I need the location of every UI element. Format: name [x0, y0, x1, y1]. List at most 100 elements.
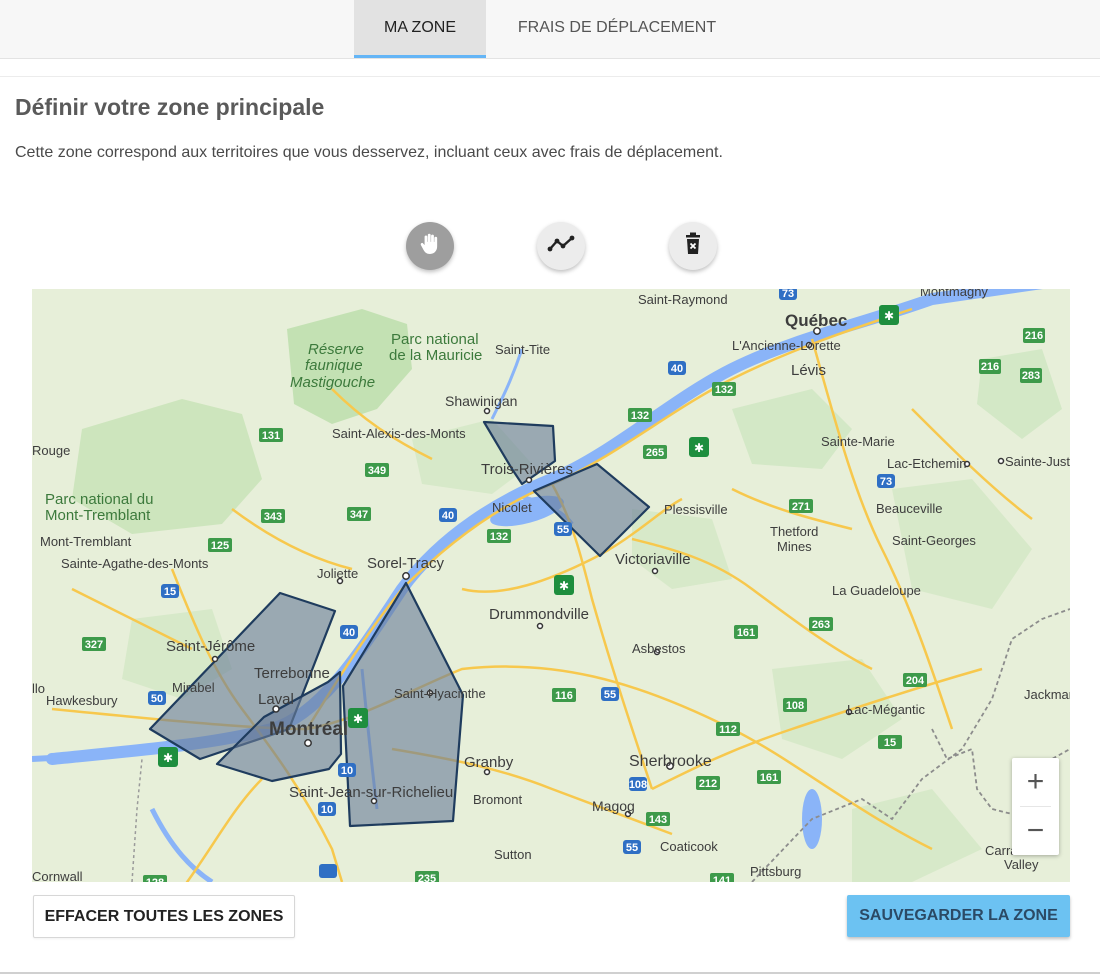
- map-label: llo: [32, 681, 45, 696]
- footer-divider: [0, 972, 1100, 974]
- map-label: Rouge: [32, 443, 70, 458]
- map-label: Lévis: [791, 362, 826, 379]
- map-label: Sainte-Marie: [821, 434, 895, 449]
- map-label: Mirabel: [172, 680, 215, 695]
- zoom-out-button[interactable]: −: [1012, 807, 1059, 855]
- map-label: Bromont: [473, 792, 523, 807]
- route-shield: 40: [671, 363, 683, 375]
- page-description: Cette zone correspond aux territoires qu…: [15, 144, 723, 161]
- map-label: Joliette: [317, 566, 358, 581]
- tab-frais-deplacement[interactable]: FRAIS DE DÉPLACEMENT: [492, 0, 742, 56]
- map-label: Saint-Tite: [495, 342, 550, 357]
- route-shield: 108: [786, 700, 804, 712]
- tab-bar: MA ZONE FRAIS DE DÉPLACEMENT: [0, 0, 1100, 59]
- map-label: Saint-Alexis-des-Monts: [332, 426, 466, 441]
- route-shield: 143: [649, 814, 667, 826]
- map-label: Sherbrooke: [629, 753, 712, 770]
- map-label: Hawkesbury: [46, 693, 118, 708]
- map-label: faunique: [305, 357, 363, 374]
- map-label: Sainte-Agathe-des-Monts: [61, 556, 209, 571]
- route-shield: 73: [880, 476, 892, 488]
- map-label: Terrebonne: [254, 665, 330, 682]
- route-shield: 128: [146, 877, 164, 882]
- zoom-control: + −: [1012, 758, 1059, 855]
- route-shield: 55: [604, 689, 616, 701]
- map-label: Lac-Mégantic: [847, 702, 926, 717]
- route-shield: 161: [737, 627, 755, 639]
- save-zone-button[interactable]: SAUVEGARDER LA ZONE: [847, 895, 1070, 937]
- route-shield: 10: [341, 765, 353, 777]
- trash-icon: [683, 232, 703, 261]
- map-label: Parc national: [391, 331, 479, 348]
- route-shield: 216: [981, 361, 999, 373]
- svg-text:✱: ✱: [559, 579, 569, 593]
- route-shield: 347: [350, 509, 368, 521]
- svg-text:✱: ✱: [353, 712, 363, 726]
- route-shield: 125: [211, 540, 229, 552]
- delete-shape-button[interactable]: [669, 222, 717, 270]
- route-shield: 116: [555, 690, 573, 702]
- zoom-in-button[interactable]: +: [1012, 758, 1059, 806]
- route-shield: 161: [760, 772, 778, 784]
- map-label: Laval: [258, 691, 294, 708]
- clear-all-zones-button[interactable]: EFFACER TOUTES LES ZONES: [33, 895, 295, 938]
- route-shield: 55: [557, 524, 569, 536]
- map-canvas[interactable]: 73 216 216 283 40 132 132 265 73 271 131…: [32, 289, 1070, 882]
- page-title: Définir votre zone principale: [15, 94, 325, 120]
- draw-polyline-button[interactable]: [537, 222, 585, 270]
- route-shield: 216: [1025, 330, 1043, 342]
- route-shield: 263: [812, 619, 830, 631]
- route-shield: 15: [164, 586, 176, 598]
- map-label: Mastigouche: [290, 374, 375, 391]
- route-shield: 141: [713, 875, 731, 882]
- route-shield: 10: [321, 804, 333, 816]
- map-label: L'Ancienne-Lorette: [732, 338, 841, 353]
- map-svg: 73 216 216 283 40 132 132 265 73 271 131…: [32, 289, 1070, 882]
- map-label: Jackman: [1024, 687, 1070, 702]
- route-shield: 55: [626, 842, 638, 854]
- route-shield: 132: [490, 531, 508, 543]
- map-label: Valley: [1004, 857, 1039, 872]
- route-shield: 108: [629, 779, 647, 791]
- route-shield: 212: [699, 778, 717, 790]
- hand-icon: [417, 231, 443, 262]
- route-shield: 343: [264, 511, 282, 523]
- map-label: Plessisville: [664, 502, 728, 517]
- map-label: Granby: [464, 754, 514, 771]
- map-label: Saint-Hyacinthe: [394, 686, 486, 701]
- route-shield: 204: [906, 675, 925, 687]
- route-shield: 235: [418, 873, 436, 882]
- map-label: Beauceville: [876, 501, 943, 516]
- map-label: de la Mauricie: [389, 347, 482, 364]
- route-shield: 112: [719, 724, 737, 736]
- map-label: La Guadeloupe: [832, 583, 921, 598]
- polyline-icon: [547, 234, 575, 259]
- route-shield: 283: [1022, 370, 1040, 382]
- route-shield: 50: [151, 693, 163, 705]
- tab-ma-zone[interactable]: MA ZONE: [354, 0, 486, 58]
- route-shield: 265: [646, 447, 664, 459]
- map-label: Saint-Raymond: [638, 292, 728, 307]
- route-shield: 349: [368, 465, 386, 477]
- map-label: Sorel-Tracy: [367, 555, 444, 572]
- map-label: Saint-Georges: [892, 533, 976, 548]
- map-label: Pittsburg: [750, 864, 801, 879]
- svg-text:✱: ✱: [884, 309, 894, 323]
- map-label: Saint-Jean-sur-Richelieu: [289, 784, 453, 801]
- map-label: Mines: [777, 539, 812, 554]
- map-label: Québec: [785, 311, 847, 330]
- map-label: Sutton: [494, 847, 532, 862]
- map-label: Shawinigan: [445, 393, 517, 409]
- map-label: Sainte-Just: [1005, 454, 1070, 469]
- route-shield: 15: [884, 737, 896, 749]
- route-shield: 132: [715, 384, 733, 396]
- route-shield: 73: [782, 289, 794, 300]
- map-label: Nicolet: [492, 500, 532, 515]
- map-label: Mont-Tremblant: [45, 507, 151, 524]
- map-label: Parc national du: [45, 491, 153, 508]
- pan-tool-button[interactable]: [406, 222, 454, 270]
- map-label: Saint-Jérôme: [166, 638, 255, 655]
- svg-text:✱: ✱: [163, 751, 173, 765]
- map-label: Thetford: [770, 524, 818, 539]
- map-label: Trois-Rivières: [481, 461, 573, 478]
